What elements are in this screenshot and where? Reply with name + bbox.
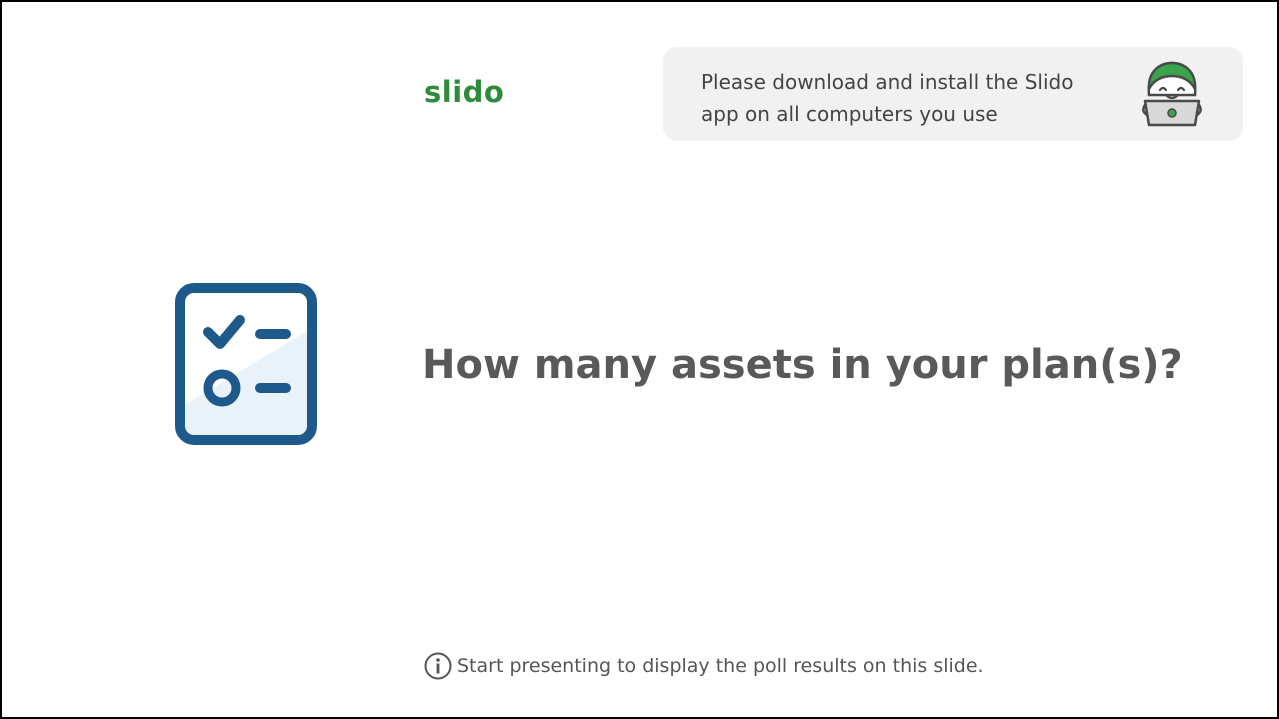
banner-line-2: app on all computers you use [701, 102, 998, 126]
presenting-hint: Start presenting to display the poll res… [423, 650, 984, 682]
presenting-hint-text: Start presenting to display the poll res… [457, 655, 984, 677]
install-app-banner: Please download and install the Slido ap… [663, 47, 1243, 141]
slide: slido Please download and install the Sl… [0, 0, 1279, 719]
banner-line-1: Please download and install the Slido [701, 70, 1074, 94]
slido-logo: slido [424, 75, 505, 109]
slido-mascot-laptop-icon [1142, 61, 1202, 127]
poll-question: How many assets in your plan(s)? [422, 342, 1183, 388]
banner-message: Please download and install the Slido ap… [701, 66, 1121, 130]
poll-checklist-icon [175, 283, 317, 445]
info-icon [424, 652, 452, 680]
